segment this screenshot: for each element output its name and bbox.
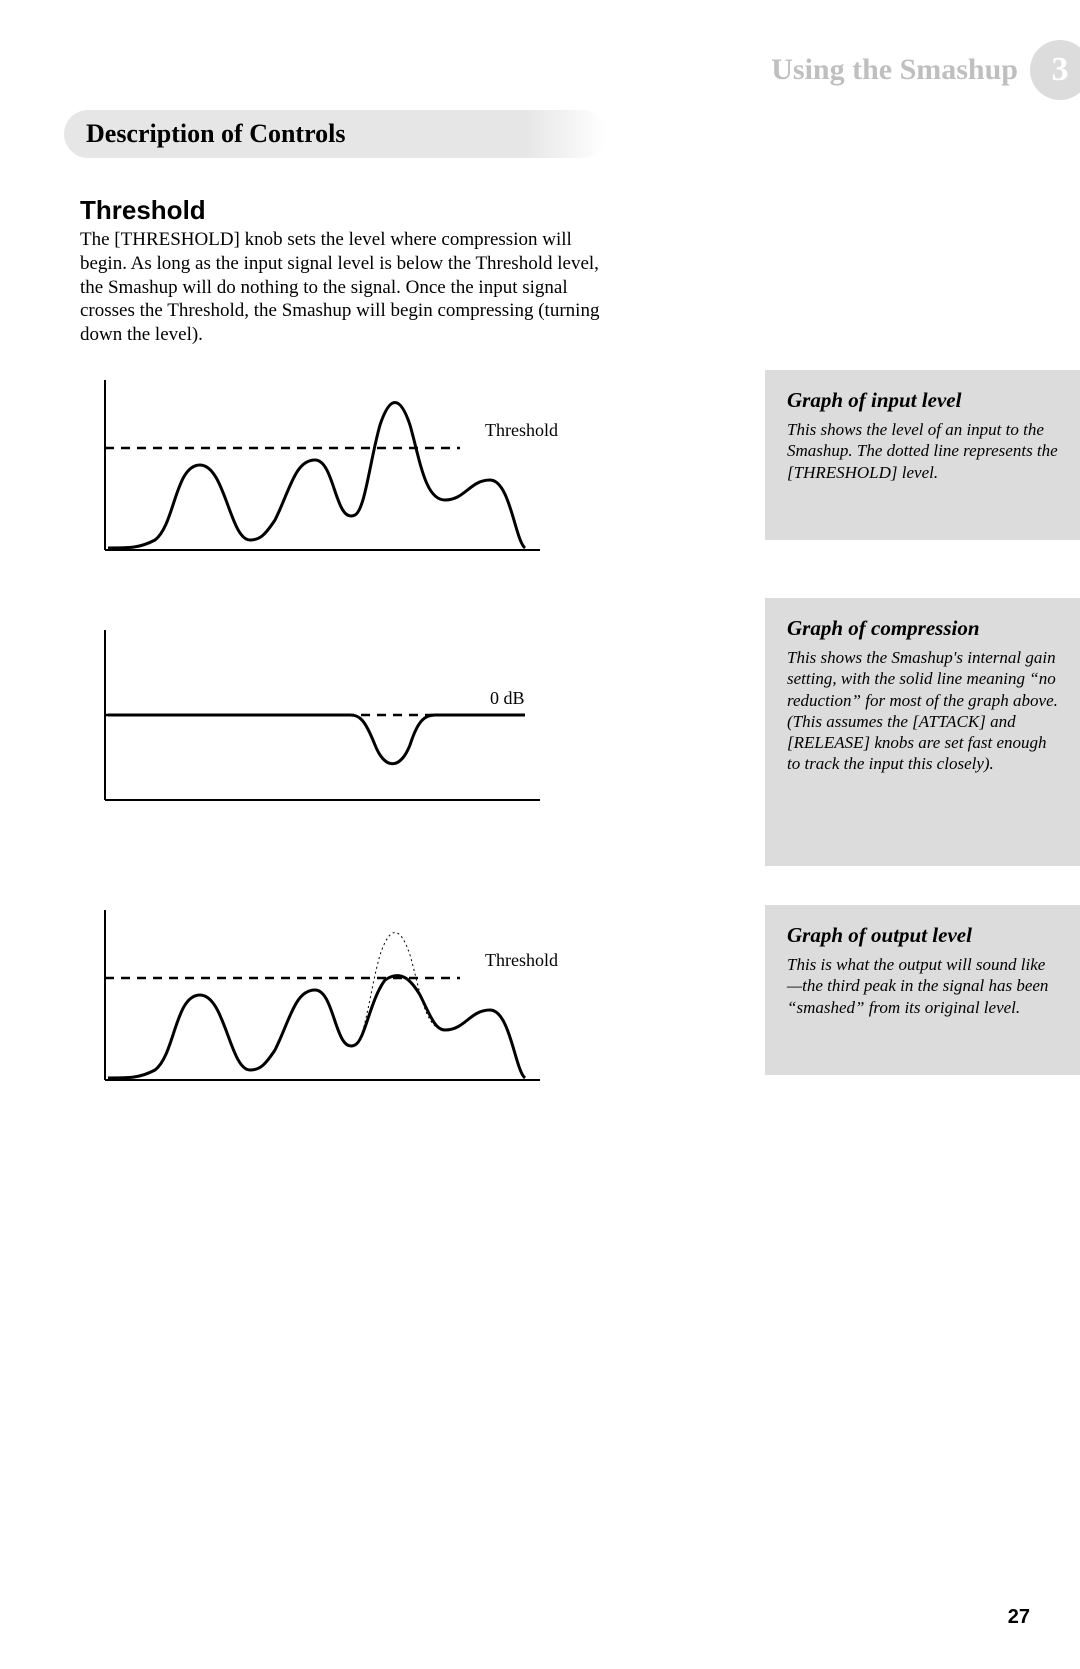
- section-heading: Description of Controls: [64, 110, 606, 158]
- graph-input-level: Threshold: [100, 370, 560, 565]
- sidebar-input: Graph of input level This shows the leve…: [765, 370, 1080, 540]
- graph-input-svg: [100, 370, 560, 560]
- graph-compression-svg: [100, 620, 560, 810]
- chapter-header: Using the Smashup 3: [771, 40, 1080, 100]
- sidebar-output: Graph of output level This is what the o…: [765, 905, 1080, 1075]
- graph-input-label: Threshold: [485, 420, 558, 441]
- body-paragraph: The [THRESHOLD] knob sets the level wher…: [80, 228, 620, 347]
- sidebar-input-title: Graph of input level: [787, 388, 1058, 413]
- sidebar-input-body: This shows the level of an input to the …: [787, 419, 1058, 483]
- sidebar-output-title: Graph of output level: [787, 923, 1058, 948]
- sidebar-output-body: This is what the output will sound like—…: [787, 954, 1058, 1018]
- chapter-title: Using the Smashup: [771, 53, 1018, 87]
- sidebar-compression: Graph of compression This shows the Smas…: [765, 598, 1080, 866]
- chapter-number-badge: 3: [1030, 40, 1080, 100]
- sidebar-compression-title: Graph of compression: [787, 616, 1058, 641]
- graph-compression: 0 dB: [100, 620, 560, 815]
- graph-output-svg: [100, 900, 560, 1090]
- graph-compression-label: 0 dB: [490, 688, 525, 709]
- graph-output-label: Threshold: [485, 950, 558, 971]
- graph-output-level: Threshold: [100, 900, 560, 1095]
- sidebar-compression-body: This shows the Smashup's internal gain s…: [787, 647, 1058, 775]
- subsection-heading: Threshold: [80, 195, 206, 226]
- page-number: 27: [1008, 1606, 1030, 1629]
